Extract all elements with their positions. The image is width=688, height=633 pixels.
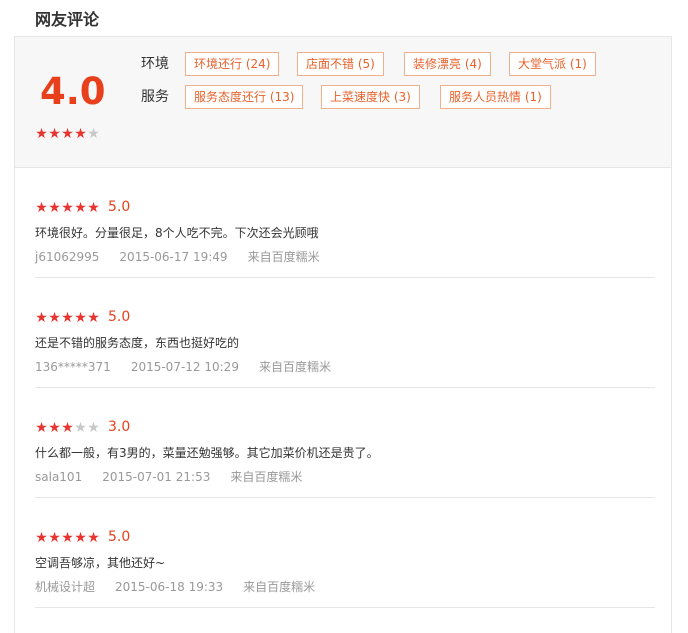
- review-item: ★★★★★ 5.0 环境很好。分量很足，8个人吃不完。下次还会光顾哦 j6106…: [35, 167, 655, 278]
- section-title: 网友评论: [35, 10, 100, 29]
- review-user[interactable]: 机械设计超: [35, 580, 95, 594]
- review-date: 2015-06-17 19:49: [119, 250, 228, 264]
- star-filled-icon: ★: [87, 530, 100, 546]
- review-source: 来自百度糯米: [243, 580, 316, 594]
- review-stars: ★★★★★: [35, 201, 100, 215]
- review-date: 2015-06-18 19:33: [115, 580, 224, 594]
- star-empty-icon: ★: [74, 420, 87, 436]
- star-filled-icon: ★: [48, 126, 61, 142]
- review-user[interactable]: j61062995: [35, 250, 99, 264]
- review-user[interactable]: sala101: [35, 470, 82, 484]
- overall-stars: ★★★★★: [35, 127, 100, 141]
- review-source: 来自百度糯米: [230, 470, 303, 484]
- review-user[interactable]: 136*****371: [35, 360, 111, 374]
- star-filled-icon: ★: [61, 310, 74, 326]
- star-filled-icon: ★: [48, 420, 61, 436]
- review-meta: j61062995 2015-06-17 19:49 来自百度糯米: [35, 247, 340, 267]
- review-content: 什么都一般，有3男的，菜量还勉强够。其它加菜价机还是贵了。: [35, 446, 379, 460]
- tag-group-label: 环境: [141, 56, 169, 72]
- star-empty-icon: ★: [87, 420, 100, 436]
- star-filled-icon: ★: [74, 126, 87, 142]
- review-stars: ★★★★★: [35, 421, 100, 435]
- star-filled-icon: ★: [35, 310, 48, 326]
- reviews-page: 网友评论 4.0 ★★★★★ 环境 环境还行 (24) 店面不错 (5) 装修漂…: [0, 0, 688, 633]
- star-filled-icon: ★: [61, 200, 74, 216]
- tag-decor-beautiful[interactable]: 装修漂亮 (4): [404, 52, 491, 76]
- star-filled-icon: ★: [61, 530, 74, 546]
- review-date: 2015-07-01 21:53: [102, 470, 211, 484]
- review-score: 5.0: [108, 529, 131, 545]
- star-filled-icon: ★: [74, 200, 87, 216]
- tag-storefront-good[interactable]: 店面不错 (5): [297, 52, 384, 76]
- star-filled-icon: ★: [35, 200, 48, 216]
- review-item: ★★★★★ 5.0 还是不错的服务态度，东西也挺好吃的 136*****371 2…: [35, 277, 655, 388]
- review-score: 3.0: [108, 419, 131, 435]
- review-score: 5.0: [108, 199, 131, 215]
- star-filled-icon: ★: [48, 530, 61, 546]
- star-filled-icon: ★: [61, 126, 74, 142]
- review-date: 2015-07-12 10:29: [130, 360, 239, 374]
- review-meta: sala101 2015-07-01 21:53 来自百度糯米: [35, 467, 322, 487]
- tag-environment-ok[interactable]: 环境还行 (24): [185, 52, 280, 76]
- review-source: 来自百度糯米: [247, 250, 320, 264]
- review-meta: 机械设计超 2015-06-18 19:33 来自百度糯米: [35, 577, 335, 597]
- rating-summary: 4.0 ★★★★★ 环境 环境还行 (24) 店面不错 (5) 装修漂亮 (4)…: [15, 37, 671, 168]
- review-stars: ★★★★★: [35, 311, 100, 325]
- star-filled-icon: ★: [48, 200, 61, 216]
- tag-fast-serving[interactable]: 上菜速度快 (3): [321, 85, 420, 109]
- reviews-panel: 4.0 ★★★★★ 环境 环境还行 (24) 店面不错 (5) 装修漂亮 (4)…: [14, 36, 672, 633]
- star-filled-icon: ★: [74, 310, 87, 326]
- tag-group-label: 服务: [141, 89, 169, 105]
- star-filled-icon: ★: [74, 530, 87, 546]
- star-filled-icon: ★: [35, 530, 48, 546]
- star-filled-icon: ★: [35, 126, 48, 142]
- overall-score: 4.0: [40, 70, 106, 113]
- review-meta: 136*****371 2015-07-12 10:29 来自百度糯米: [35, 357, 351, 377]
- star-filled-icon: ★: [48, 310, 61, 326]
- review-score: 5.0: [108, 309, 131, 325]
- star-empty-icon: ★: [87, 126, 100, 142]
- review-source: 来自百度糯米: [258, 360, 331, 374]
- review-item: ★★★★★ 5.0 空调吾够凉，其他还好~ 机械设计超 2015-06-18 19…: [35, 497, 655, 608]
- review-content: 环境很好。分量很足，8个人吃不完。下次还会光顾哦: [35, 226, 319, 240]
- review-content: 还是不错的服务态度，东西也挺好吃的: [35, 336, 240, 350]
- review-content: 空调吾够凉，其他还好~: [35, 556, 166, 570]
- tag-friendly-staff[interactable]: 服务人员热情 (1): [440, 85, 551, 109]
- star-filled-icon: ★: [87, 200, 100, 216]
- tag-lobby-grand[interactable]: 大堂气派 (1): [509, 52, 596, 76]
- review-item: ★★★★★ 3.0 什么都一般，有3男的，菜量还勉强够。其它加菜价机还是贵了。 …: [35, 387, 655, 498]
- star-filled-icon: ★: [35, 420, 48, 436]
- star-filled-icon: ★: [61, 420, 74, 436]
- tag-service-ok[interactable]: 服务态度还行 (13): [185, 85, 304, 109]
- review-stars: ★★★★★: [35, 531, 100, 545]
- star-filled-icon: ★: [87, 310, 100, 326]
